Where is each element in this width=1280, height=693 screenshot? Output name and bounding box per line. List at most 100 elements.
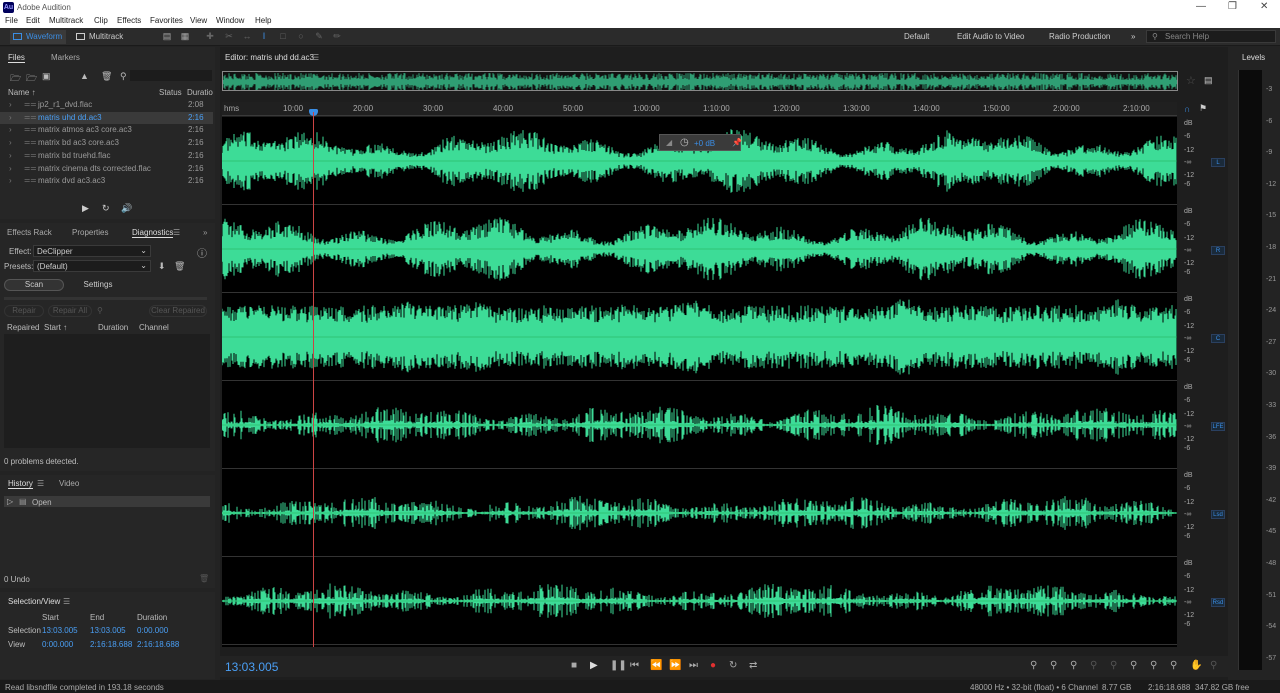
expand-chevron-icon[interactable]: › [9,176,12,185]
menu-edit[interactable]: Edit [26,16,40,25]
pause-icon[interactable]: ❚❚ [610,660,627,671]
overview-bar[interactable] [222,71,1178,91]
move-to-next-icon[interactable]: ⏭ [689,660,698,671]
expand-chevron-icon[interactable]: › [9,138,12,147]
fast-forward-icon[interactable]: ⏩ [669,660,681,671]
search-icon[interactable]: ⚲ [120,71,127,82]
zoom-out-time-icon[interactable]: ⚲ [1090,660,1097,671]
lasso-tool-icon[interactable]: ○ [296,31,306,41]
menu-file[interactable]: File [5,16,18,25]
col-status[interactable]: Status [159,88,182,97]
zoom-hand-icon[interactable]: ✋ [1190,660,1202,671]
channel-label[interactable]: L [1211,158,1225,167]
spot-healing-tool-icon[interactable]: ✏ [332,31,342,41]
view-duration[interactable]: 2:16:18.688 [137,640,179,649]
multitrack-mode-button[interactable]: Multitrack [73,30,127,44]
waveform-area[interactable] [222,117,1177,647]
zoom-in-point-icon[interactable]: ⚲ [1130,660,1137,671]
scan-button[interactable]: Scan [4,279,64,291]
channel-track[interactable] [222,117,1177,205]
panel-menu-icon[interactable]: ☰ [312,53,319,62]
expand-chevron-icon[interactable]: › [9,100,12,109]
channel-track[interactable] [222,205,1177,293]
new-file-icon[interactable]: ▣ [42,71,51,82]
menu-clip[interactable]: Clip [94,16,108,25]
info-icon[interactable]: ⓘ [197,245,207,260]
hud-value[interactable]: +0 dB [694,139,715,148]
tab-files[interactable]: Files [8,53,25,63]
play-icon[interactable]: ▶ [590,660,598,671]
tab-effects-rack[interactable]: Effects Rack [7,228,52,237]
razor-tool-icon[interactable]: ✂ [224,31,234,41]
menu-effects[interactable]: Effects [117,16,141,25]
zoom-in-time-icon[interactable]: ⚲ [1070,660,1077,671]
file-row[interactable]: › ⚌⚌ matris uhd dd.ac3 2:16 [0,111,213,124]
save-preset-icon[interactable]: ⬇ [158,261,166,272]
channel-track[interactable] [222,557,1177,645]
more-panels-icon[interactable]: » [203,228,207,237]
trash-icon[interactable]: 🗑 [101,71,112,82]
move-to-previous-icon[interactable]: ⏮ [630,660,639,671]
channel-track[interactable] [222,469,1177,557]
maximize-icon[interactable]: ❐ [1228,1,1237,12]
trash-icon[interactable]: 🗑 [199,574,209,583]
slip-tool-icon[interactable]: ↔ [242,31,252,41]
skip-selection-icon[interactable]: ⇄ [749,660,757,671]
playhead[interactable] [313,112,314,647]
spectral-view-icon[interactable]: ▤ [162,31,172,41]
open-file-icon[interactable]: 🗁 [10,71,21,87]
view-end[interactable]: 2:16:18.688 [90,640,132,649]
file-row[interactable]: › ⚌⚌ matrix dvd ac3.ac3 2:16 [0,175,213,187]
selection-end[interactable]: 13:03.005 [90,626,126,635]
delete-preset-icon[interactable]: 🗑 [174,261,185,272]
more-workspaces-icon[interactable]: » [1131,32,1135,41]
channel-track[interactable] [222,293,1177,381]
expand-chevron-icon[interactable]: › [9,164,12,173]
channel-label[interactable]: Lsd [1211,510,1225,519]
channel-label[interactable]: LFE [1211,422,1225,431]
zoom-selection-icon[interactable]: ⚲ [1170,660,1177,671]
menu-help[interactable]: Help [255,16,271,25]
col-duration[interactable]: Duratio [187,88,213,97]
marker-icon[interactable]: ⚑ [1199,103,1207,114]
stop-icon[interactable]: ■ [571,660,577,671]
history-item[interactable]: ▷ ▤ Open [4,496,210,507]
col-duration[interactable]: Duration [98,323,128,332]
search-help-input[interactable]: Search Help [1146,30,1276,43]
zoom-out-amplitude-icon[interactable]: ⚲ [1050,660,1057,671]
zoom-out-point-icon[interactable]: ⚲ [1150,660,1157,671]
move-tool-icon[interactable]: ✚ [205,31,215,41]
zoom-out-full-icon[interactable]: ⚲ [1110,660,1117,671]
time-selection-tool-icon[interactable]: I [259,31,269,41]
settings-button[interactable]: Settings [68,279,128,291]
pitch-view-icon[interactable]: ▦ [180,31,190,41]
menu-multitrack[interactable]: Multitrack [49,16,83,25]
clear-repaired-button[interactable]: Clear Repaired [149,305,207,317]
close-icon[interactable]: ✕ [1260,1,1268,12]
workspace-radio-production[interactable]: Radio Production [1049,32,1110,41]
tab-history[interactable]: History [8,479,33,489]
channel-label[interactable]: C [1211,334,1225,343]
zoom-icon[interactable]: ⚲ [97,306,103,315]
zoom-reset-icon[interactable]: ⚲ [1210,660,1217,671]
loop-playback-icon[interactable]: ↻ [729,660,737,671]
knob-icon[interactable]: ◷ [680,137,689,148]
col-name[interactable]: Name ↑ [8,88,36,97]
selection-start[interactable]: 13:03.005 [42,626,78,635]
snap-icon[interactable]: ∩ [1184,104,1190,114]
col-repaired[interactable]: Repaired [7,323,39,332]
tab-properties[interactable]: Properties [72,228,108,237]
time-ruler[interactable]: hms 10:00 20:00 30:00 40:00 50:00 1:00:00 1:10… [222,102,1177,116]
presets-select[interactable]: (Default) ⌄ [33,260,151,272]
brush-tool-icon[interactable]: ✎ [314,31,324,41]
import-file-icon[interactable]: 🗁 [26,71,37,87]
file-row[interactable]: › ⚌⚌ matrix bd ac3 core.ac3 2:16 [0,137,213,149]
repair-all-button[interactable]: Repair All [48,305,92,317]
insert-into-multitrack-icon[interactable]: ▲ [80,71,89,81]
menu-window[interactable]: Window [216,16,244,25]
loop-icon[interactable]: ↻ [102,203,110,214]
col-start[interactable]: Start ↑ [44,323,67,332]
expand-chevron-icon[interactable]: › [9,125,12,134]
marquee-tool-icon[interactable]: □ [278,31,288,41]
workspace-edit-audio-to-video[interactable]: Edit Audio to Video [957,32,1024,41]
